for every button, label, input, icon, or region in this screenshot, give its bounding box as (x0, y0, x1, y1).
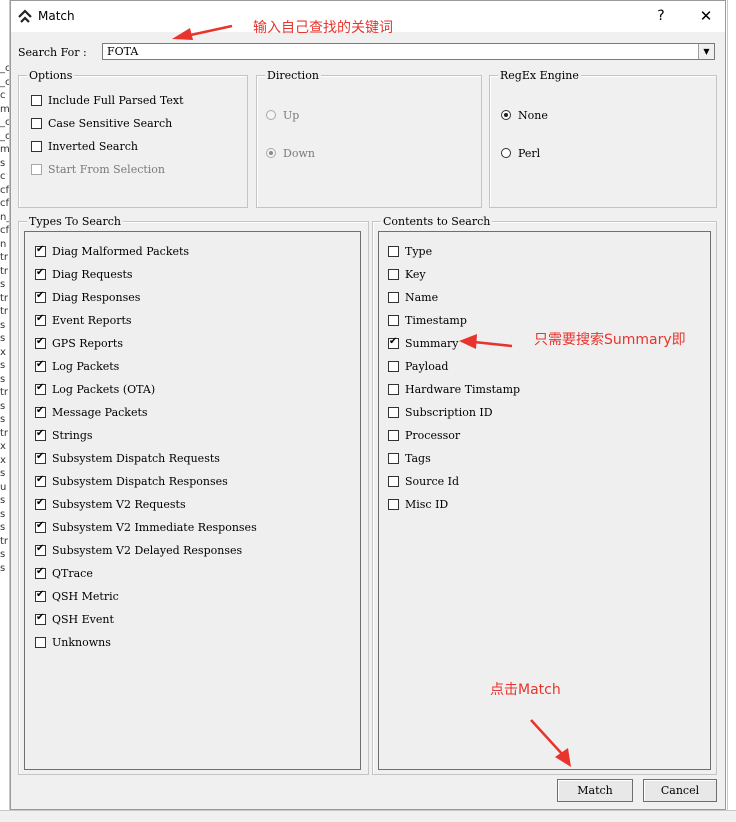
arrow-to-summary (473, 340, 513, 348)
arrow-head-match (555, 748, 571, 767)
annotation-arrows (172, 24, 571, 767)
arrow-head-search (172, 28, 193, 40)
arrow-to-search-field (185, 24, 233, 38)
arrow-to-match (530, 719, 564, 756)
arrow-head-summary (459, 334, 477, 349)
